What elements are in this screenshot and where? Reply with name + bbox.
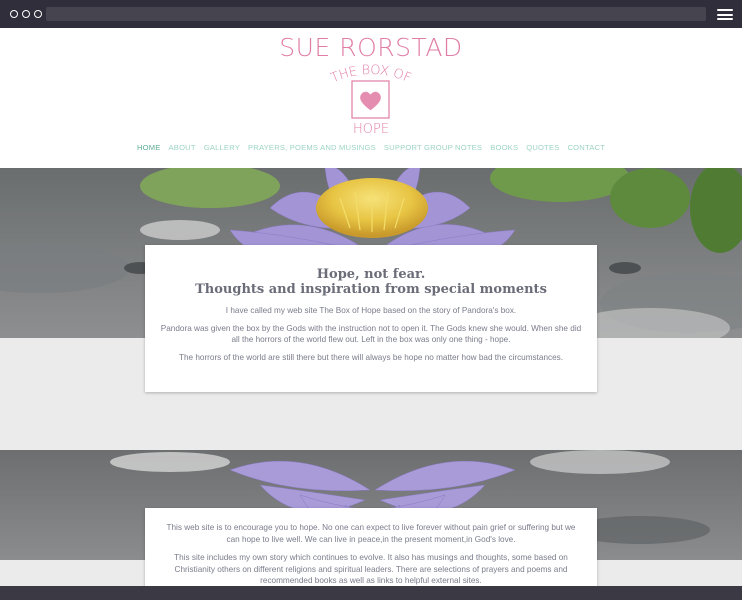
intro-heading: Hope, not fear. Thoughts and inspiration… — [159, 267, 583, 297]
intro-paragraph: Pandora was given the box by the Gods wi… — [160, 323, 582, 345]
nav-item-quotes[interactable]: QUOTES — [526, 143, 559, 152]
intro-heading-line2: Thoughts and inspiration from special mo… — [195, 282, 547, 297]
nav-item-home[interactable]: HOME — [137, 143, 161, 152]
site-title[interactable]: SUE RORSTAD — [0, 33, 742, 62]
nav-item-gallery[interactable]: GALLERY — [204, 143, 240, 152]
nav-item-books[interactable]: BOOKS — [490, 143, 518, 152]
logo-bottom-text: HOPE — [353, 122, 389, 137]
about-card: This web site is to encourage you to hop… — [145, 508, 597, 588]
nav-item-prayers[interactable]: PRAYERS, POEMS AND MUSINGS — [248, 143, 376, 152]
intro-card: Hope, not fear. Thoughts and inspiration… — [145, 245, 597, 392]
heart-box-logo-icon[interactable]: THE BOX OF HOPE — [322, 62, 420, 138]
window-controls — [10, 10, 42, 18]
about-paragraph: This web site is to encourage you to hop… — [166, 523, 576, 544]
nav-item-about[interactable]: ABOUT — [169, 143, 196, 152]
window-control-circle-icon[interactable] — [34, 10, 42, 18]
window-control-circle-icon[interactable] — [10, 10, 18, 18]
browser-chrome — [0, 0, 742, 28]
nav-item-contact[interactable]: CONTACT — [568, 143, 606, 152]
intro-heading-line1: Hope, not fear. — [316, 267, 426, 282]
address-bar[interactable] — [46, 7, 706, 21]
about-paragraph: This site includes my own story which co… — [174, 553, 568, 585]
intro-paragraph: I have called my web site The Box of Hop… — [225, 306, 517, 315]
browser-bottom-bar — [0, 586, 742, 600]
intro-paragraph: The horrors of the world are still there… — [178, 352, 564, 362]
main-navigation: HOME ABOUT GALLERY PRAYERS, POEMS AND MU… — [0, 143, 742, 152]
hamburger-menu-icon[interactable] — [717, 9, 733, 20]
nav-item-support-group[interactable]: SUPPORT GROUP NOTES — [384, 143, 482, 152]
window-control-circle-icon[interactable] — [22, 10, 30, 18]
